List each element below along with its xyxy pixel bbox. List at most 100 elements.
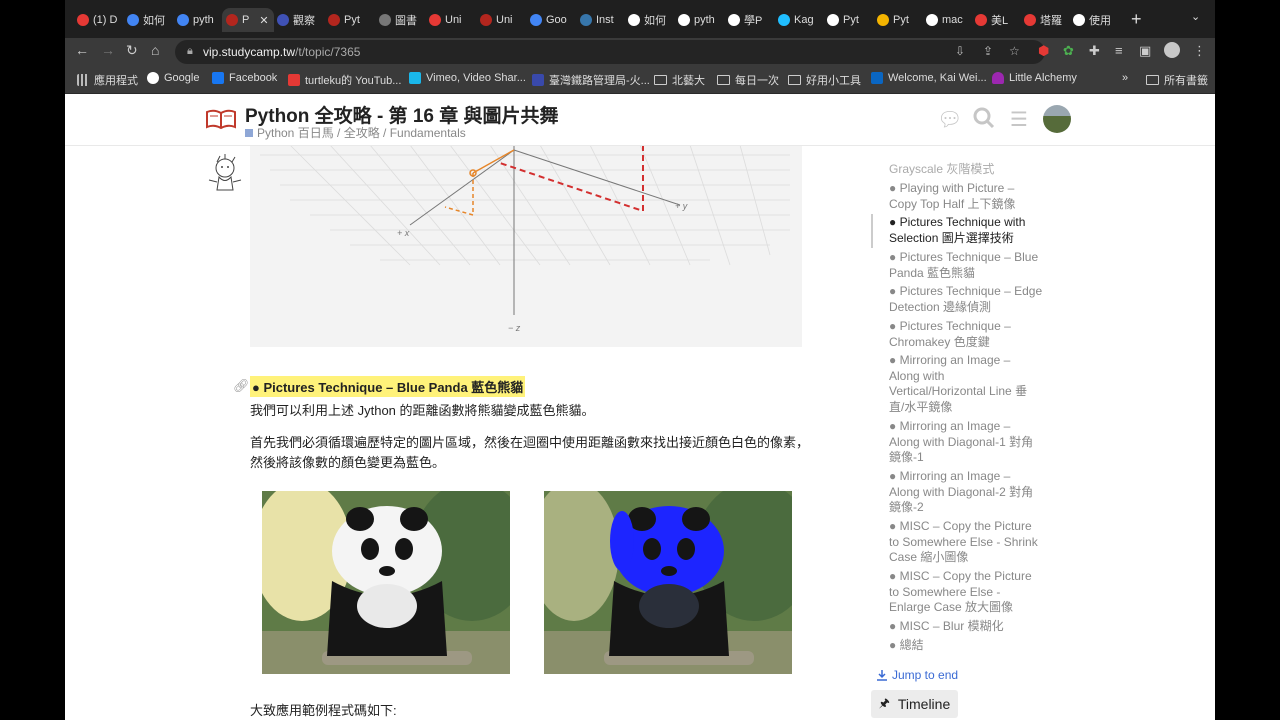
bookmark-apps[interactable]: 應用程式 (77, 72, 138, 88)
toc-item[interactable]: ● Pictures Technique – Blue Panda 藍色熊貓 (889, 250, 1044, 281)
vimeo-icon (409, 72, 421, 84)
toc-item[interactable]: ● MISC – Copy the Picture to Somewhere E… (889, 569, 1044, 616)
bookmark-facebook[interactable]: Facebook (212, 72, 277, 84)
browser-tab[interactable]: mac (926, 8, 966, 32)
extensions-puzzle-icon[interactable]: ✚ (1089, 43, 1100, 59)
toc-item[interactable]: ● Pictures Technique – Edge Detection 邊緣… (889, 284, 1044, 315)
share-icon[interactable]: ⇪ (983, 44, 993, 58)
anchor-link-icon[interactable]: 🔗︎ (233, 378, 250, 394)
bookmarks-overflow-button[interactable]: » (1122, 72, 1128, 84)
bookmark-railway[interactable]: 臺灣鐵路管理局-火... (532, 72, 650, 88)
browser-tab[interactable]: Uni (480, 8, 520, 32)
toc-item[interactable]: ● Mirroring an Image – Along with Vertic… (889, 353, 1029, 415)
browser-tab-active[interactable]: P ✕ (222, 8, 274, 32)
download-arrow-icon (877, 669, 887, 681)
toc-item[interactable]: ● Playing with Picture – Copy Top Half 上… (889, 181, 1044, 212)
lock-icon[interactable]: 🔒︎ (187, 45, 193, 58)
breadcrumb[interactable]: Python 百日馬 / 全攻略 / Fundamentals (245, 124, 466, 141)
bookmark-folder[interactable]: 好用小工具 (788, 72, 861, 88)
browser-tab[interactable]: Goo (530, 8, 570, 32)
new-tab-button[interactable]: + (1131, 9, 1142, 30)
all-bookmarks-button[interactable]: 所有書籤 (1146, 72, 1208, 88)
browser-tab[interactable]: 觀察 (277, 8, 317, 32)
tab-favicon (328, 14, 340, 26)
tab-favicon (580, 14, 592, 26)
address-bar[interactable]: 🔒︎ vip.studycamp.tw/t/topic/7365 ⇩ ⇪ ☆ (175, 40, 1045, 64)
browser-tab[interactable]: 學P (728, 8, 768, 32)
timeline-button[interactable]: 🖈︎ Timeline (871, 690, 958, 718)
browser-tab[interactable]: 塔羅 (1024, 8, 1064, 32)
tab-favicon (728, 14, 740, 26)
tab-search-chevron-icon[interactable]: ⌄ (1191, 10, 1200, 23)
home-icon[interactable]: ⌂ (151, 42, 159, 58)
google-icon (147, 72, 159, 84)
search-icon[interactable] (973, 107, 995, 135)
install-app-icon[interactable]: ⇩ (955, 44, 965, 58)
open-book-icon[interactable] (205, 108, 237, 130)
tab-favicon (778, 14, 790, 26)
bookmark-google[interactable]: Google (147, 72, 199, 84)
reload-icon[interactable]: ↻ (126, 42, 138, 59)
url-text[interactable]: vip.studycamp.tw/t/topic/7365 (203, 45, 360, 59)
hamburger-menu-icon[interactable]: ☰ (1010, 107, 1028, 132)
user-avatar[interactable] (1043, 105, 1071, 133)
browser-tab[interactable]: pyth (177, 8, 217, 32)
media-queue-icon[interactable]: ≡ (1115, 43, 1123, 58)
axis-label-z: − z (508, 323, 521, 333)
bookmark-folder[interactable]: 北藝大 (654, 72, 705, 88)
bookmark-vimeo[interactable]: Vimeo, Video Shar... (409, 72, 526, 84)
axis-label-x: + x (397, 228, 410, 238)
tab-favicon (277, 14, 289, 26)
extension-red-icon[interactable]: ⬢ (1038, 43, 1049, 59)
youtube-icon (288, 74, 300, 86)
toc-item-current[interactable]: ● Pictures Technique with Selection 圖片選擇… (889, 215, 1044, 246)
bookmark-folder[interactable]: 每日一次 (717, 72, 779, 88)
tab-favicon (77, 14, 89, 26)
toc-item[interactable]: ● MISC – Copy the Picture to Somewhere E… (889, 519, 1044, 566)
bookmark-linkedin[interactable]: Welcome, Kai Wei... (871, 72, 987, 84)
browser-tab[interactable]: pyth (678, 8, 718, 32)
toc-item[interactable]: ● 總結 (889, 638, 1044, 654)
paragraph: 大致應用範例程式碼如下: (250, 703, 397, 718)
bookmark-little-alchemy[interactable]: Little Alchemy (992, 72, 1077, 84)
toc-item[interactable]: ● Mirroring an Image – Along with Diagon… (889, 419, 1039, 466)
tab-favicon (678, 14, 690, 26)
browser-tab[interactable]: 美L (975, 8, 1015, 32)
original-panda-image[interactable] (262, 491, 510, 674)
toc-item[interactable]: ● Mirroring an Image – Along with Diagon… (889, 469, 1039, 516)
web-page: Python 全攻略 - 第 16 章 與圖片共舞 Python 百日馬 / 全… (65, 94, 1215, 720)
bookmark-star-icon[interactable]: ☆ (1009, 44, 1020, 58)
toc-item[interactable]: Grayscale 灰階模式 (889, 162, 1044, 178)
extension-green-icon[interactable]: ✿ (1063, 43, 1074, 59)
tab-favicon (975, 14, 987, 26)
browser-tab[interactable]: Kag (778, 8, 818, 32)
forward-arrow-icon[interactable]: → (101, 42, 115, 58)
back-arrow-icon[interactable]: ← (75, 42, 89, 58)
side-panel-icon[interactable]: ▣ (1139, 43, 1151, 59)
browser-tab[interactable]: Inst (580, 8, 620, 32)
bookmark-youtube[interactable]: turtleku的 YouTub... (288, 72, 401, 88)
toc-item[interactable]: ● MISC – Blur 模糊化 (889, 619, 1044, 635)
browser-tab[interactable]: Pyt (827, 8, 867, 32)
jump-to-end-link[interactable]: Jump to end (877, 668, 958, 682)
browser-tab[interactable]: 使用 (1073, 8, 1117, 32)
profile-avatar-icon[interactable] (1164, 42, 1180, 58)
browser-tab[interactable]: (1) D (77, 8, 123, 32)
tab-favicon (877, 14, 889, 26)
tab-favicon (628, 14, 640, 26)
folder-icon (788, 75, 801, 85)
browser-tab[interactable]: 如何 (628, 8, 668, 32)
toc-item[interactable]: ● Pictures Technique – Chromakey 色度鍵 (889, 319, 1044, 350)
browser-tab[interactable]: Pyt (877, 8, 917, 32)
blue-panda-image[interactable] (544, 491, 792, 674)
tab-favicon (1024, 14, 1036, 26)
pin-icon: 🖈︎ (878, 695, 890, 710)
browser-menu-icon[interactable]: ⋮ (1193, 43, 1206, 59)
browser-tab[interactable]: 圖書 (379, 8, 419, 32)
chat-bubble-icon[interactable]: 💬︎ (937, 107, 962, 132)
coordinate-figure: + y + x − z (250, 144, 802, 347)
browser-tab[interactable]: Pyt (328, 8, 368, 32)
close-tab-icon[interactable]: ✕ (259, 14, 268, 27)
browser-tab[interactable]: Uni (429, 8, 469, 32)
browser-tab[interactable]: 如何 (127, 8, 167, 32)
